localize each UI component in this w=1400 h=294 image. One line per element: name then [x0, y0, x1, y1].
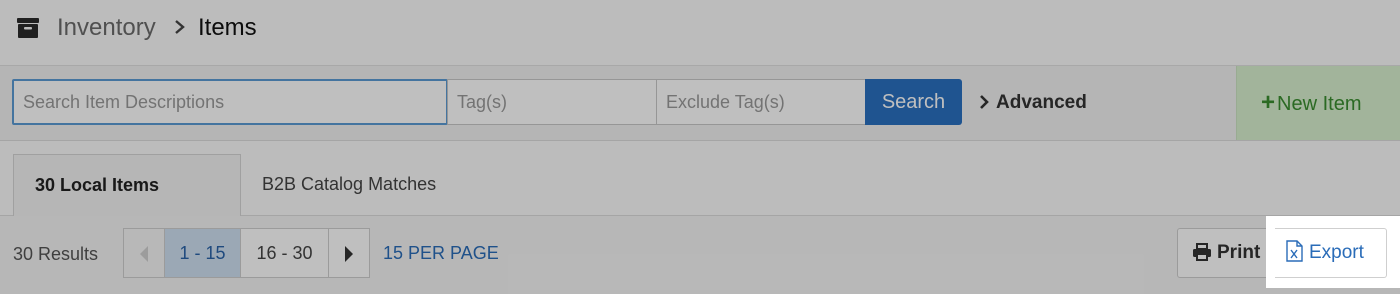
- breadcrumb-items: Items: [198, 14, 257, 41]
- printer-icon: [1193, 243, 1211, 261]
- tab-b2b-catalog[interactable]: B2B Catalog Matches: [241, 154, 457, 217]
- export-label: Export: [1309, 242, 1364, 263]
- chevron-right-icon: [175, 20, 185, 34]
- plus-icon: +: [1261, 89, 1276, 116]
- tags-input[interactable]: [447, 79, 657, 125]
- exclude-tags-input[interactable]: [656, 79, 866, 125]
- search-button[interactable]: Search: [865, 79, 962, 125]
- export-highlight: Export: [1266, 216, 1400, 288]
- print-button[interactable]: Print: [1177, 228, 1276, 278]
- advanced-search-toggle[interactable]: Advanced: [978, 91, 1087, 115]
- new-item-label: New Item: [1277, 93, 1362, 115]
- results-toolbar: 30 Results 1 - 15 16 - 30 15 PER PAGE Pr…: [0, 216, 1400, 294]
- next-page-button[interactable]: [329, 229, 369, 277]
- excel-file-icon: [1286, 240, 1303, 262]
- export-button[interactable]: Export: [1275, 228, 1387, 278]
- results-count: 30 Results: [13, 244, 99, 264]
- search-bar: Search Advanced +New Item: [0, 66, 1400, 141]
- results-tabs: 30 Local Items Found B2B Catalog Matches: [0, 141, 1400, 255]
- search-description-input[interactable]: [12, 79, 448, 125]
- pagination: 1 - 15 16 - 30: [123, 228, 370, 278]
- previous-page-button[interactable]: [124, 229, 165, 277]
- archive-box-icon: [17, 18, 39, 38]
- caret-right-icon: [345, 246, 353, 263]
- tab-local-items[interactable]: 30 Local Items Found: [13, 154, 241, 255]
- page-header: Inventory Items: [0, 0, 1400, 66]
- per-page-selector[interactable]: 15 PER PAGE: [383, 242, 499, 264]
- chevron-right-icon: [980, 95, 989, 109]
- advanced-label: Advanced: [996, 92, 1087, 113]
- page-16-30[interactable]: 16 - 30: [241, 229, 329, 277]
- page-1-15[interactable]: 1 - 15: [165, 229, 241, 277]
- new-item-button[interactable]: + New Item: [1236, 66, 1400, 140]
- caret-left-icon: [140, 246, 148, 263]
- print-label: Print: [1217, 242, 1261, 263]
- breadcrumb-inventory[interactable]: Inventory: [57, 14, 156, 42]
